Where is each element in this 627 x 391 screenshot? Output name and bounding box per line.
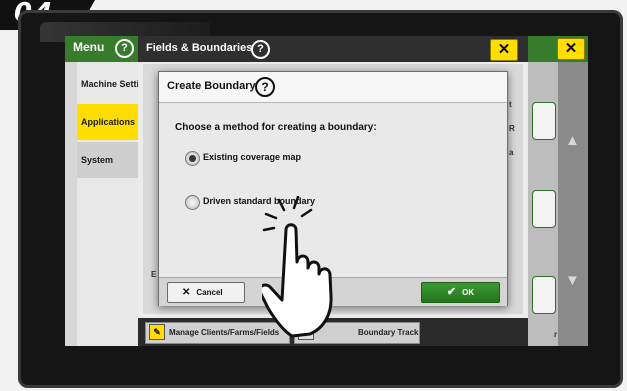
- pencil-icon: ✎: [149, 323, 165, 340]
- menu-title: Menu: [73, 40, 105, 54]
- sidebar: Machine Setti Applications System: [77, 62, 145, 346]
- ok-label: OK: [462, 288, 475, 297]
- fields-boundaries-title: Fields & Boundaries: [146, 42, 253, 54]
- radio-selected-icon[interactable]: [185, 151, 200, 166]
- option-label: Existing coverage map: [203, 152, 302, 162]
- dialog-header: Create Boundary ?: [159, 72, 507, 103]
- outer-close-button[interactable]: ✕: [557, 38, 585, 60]
- right-field-1[interactable]: [532, 102, 556, 140]
- radio-dot: [189, 155, 196, 162]
- menu-help-icon[interactable]: ?: [115, 39, 134, 58]
- check-icon: ✔: [446, 286, 457, 298]
- ok-button[interactable]: ✔ OK: [421, 282, 500, 303]
- scrollbar[interactable]: ▲ ▼: [558, 62, 588, 346]
- scroll-down-icon[interactable]: ▼: [565, 272, 580, 289]
- sidebar-item-machine-settings[interactable]: Machine Setti: [77, 66, 145, 102]
- dialog-prompt: Choose a method for creating a boundary:: [175, 122, 377, 133]
- fields-close-button[interactable]: ✕: [490, 39, 518, 61]
- touch-hand-icon: [262, 196, 333, 338]
- cancel-button[interactable]: ✕ Cancel: [167, 282, 245, 303]
- scroll-up-icon[interactable]: ▲: [565, 132, 580, 149]
- cancel-label: Cancel: [196, 288, 223, 297]
- fields-help-icon[interactable]: ?: [251, 40, 270, 59]
- background-text-e: E: [151, 270, 157, 279]
- dialog-title: Create Boundary: [167, 80, 256, 92]
- radio-unselected-icon[interactable]: [185, 195, 200, 210]
- dialog-help-icon[interactable]: ?: [255, 77, 275, 97]
- close-icon: ✕: [182, 287, 191, 298]
- fields-boundaries-header: Fields & Boundaries ? ✕: [138, 36, 528, 62]
- right-field-2[interactable]: [532, 190, 556, 228]
- right-panel: r ▲ ▼: [528, 62, 588, 346]
- right-field-3[interactable]: [532, 276, 556, 314]
- background-text-r: R: [509, 124, 515, 133]
- sidebar-item-system[interactable]: System: [77, 142, 145, 178]
- background-text-a: a: [509, 148, 514, 157]
- background-text-r2: r: [554, 330, 558, 339]
- sidebar-item-applications[interactable]: Applications: [77, 104, 145, 140]
- background-text-t: t: [509, 100, 512, 109]
